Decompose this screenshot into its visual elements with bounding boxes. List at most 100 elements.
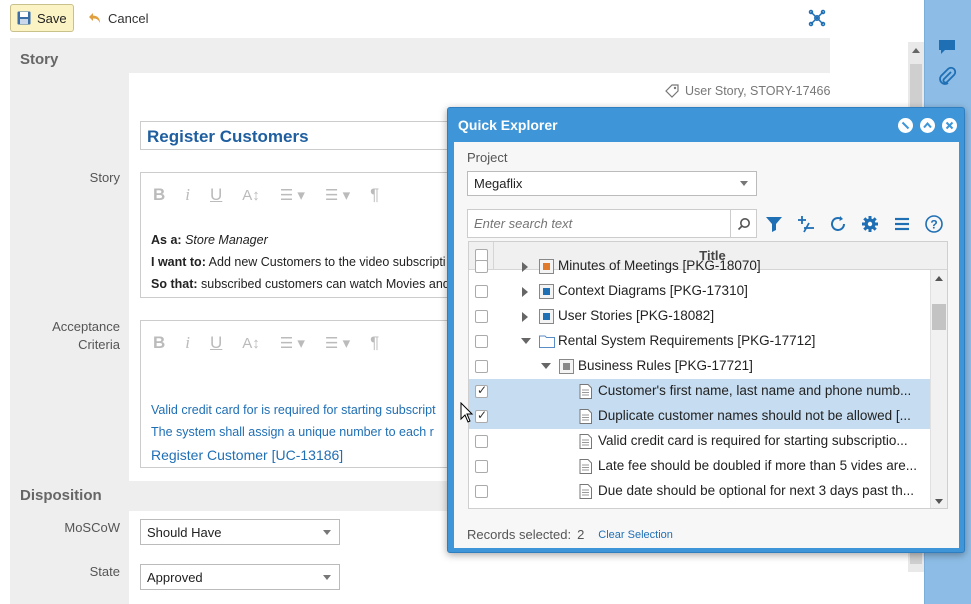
paragraph-icon[interactable]: ¶: [370, 333, 379, 353]
search-input[interactable]: [468, 210, 730, 237]
minimize-icon[interactable]: [898, 118, 913, 133]
expand-arrow-icon[interactable]: [521, 312, 529, 322]
row-checkbox[interactable]: [475, 435, 488, 448]
row-title: Rental System Requirements [PKG-17712]: [558, 333, 816, 348]
records-selected-label: Records selected:: [467, 527, 572, 542]
row-checkbox[interactable]: [475, 383, 488, 398]
row-checkbox[interactable]: [475, 360, 488, 373]
tree-row[interactable]: Customer's first name, last name and pho…: [469, 379, 931, 404]
collapse-arrow-icon[interactable]: [521, 337, 531, 345]
project-select[interactable]: Megaflix: [467, 171, 757, 196]
scroll-down-icon[interactable]: [935, 499, 943, 504]
row-checkbox[interactable]: [475, 260, 488, 273]
story-line-so-that: So that: subscribed customers can watch …: [151, 277, 449, 291]
cancel-label: Cancel: [108, 10, 149, 26]
row-checkbox[interactable]: [475, 408, 488, 423]
section-title-story: Story: [20, 51, 59, 68]
title-input[interactable]: Register Customers: [140, 121, 470, 150]
row-checkbox[interactable]: [475, 285, 488, 298]
item-type-badge: User Story, STORY-17466: [665, 84, 830, 98]
scroll-up-icon[interactable]: [912, 48, 920, 53]
row-title: Business Rules [PKG-17721]: [578, 358, 753, 373]
document-icon: [579, 409, 592, 424]
records-selected-count: 2: [577, 527, 585, 542]
save-button[interactable]: Save: [10, 4, 74, 32]
row-title: Context Diagrams [PKG-17310]: [558, 283, 748, 298]
bullet-list-icon[interactable]: ☰ ▾: [325, 334, 350, 352]
bold-icon[interactable]: B: [153, 185, 165, 205]
close-icon[interactable]: [942, 118, 957, 133]
story-editor-toolbar: B i U A↕ ☰ ▾ ☰ ▾ ¶: [153, 185, 379, 205]
scroll-up-icon[interactable]: [935, 276, 943, 281]
filter-icon[interactable]: [764, 214, 784, 234]
grid-scrollbar[interactable]: [930, 270, 947, 508]
underline-icon[interactable]: U: [210, 333, 222, 353]
tree-row[interactable]: User Stories [PKG-18082]: [469, 304, 931, 329]
comment-icon[interactable]: [937, 38, 957, 56]
svg-text:?: ?: [930, 218, 937, 232]
bold-icon[interactable]: B: [153, 333, 165, 353]
search-icon[interactable]: [730, 210, 756, 237]
tree-row[interactable]: Late fee should be doubled if more than …: [469, 454, 931, 479]
row-checkbox[interactable]: [475, 310, 488, 323]
italic-icon[interactable]: i: [185, 333, 190, 353]
row-title: Minutes of Meetings [PKG-18070]: [558, 258, 761, 273]
moscow-select[interactable]: Should Have: [140, 519, 340, 545]
expand-arrow-icon[interactable]: [521, 262, 529, 272]
document-icon: [579, 434, 592, 449]
chevron-down-icon: [323, 575, 331, 580]
paperclip-icon[interactable]: [937, 66, 957, 86]
numbered-list-icon[interactable]: ☰ ▾: [280, 186, 305, 204]
state-select[interactable]: Approved: [140, 564, 340, 590]
story-label: Story: [89, 170, 120, 185]
story-editor[interactable]: B i U A↕ ☰ ▾ ☰ ▾ ¶ As a: Store Manager I…: [140, 172, 450, 298]
help-icon[interactable]: ?: [924, 214, 944, 234]
tree-row[interactable]: Context Diagrams [PKG-17310]: [469, 279, 931, 304]
collapse-icon[interactable]: [920, 118, 935, 133]
story-text: As a: Store Manager I want to: Add new C…: [151, 229, 449, 295]
row-title: Duplicate customer names should not be a…: [598, 408, 911, 423]
collapse-arrow-icon[interactable]: [541, 362, 551, 370]
paragraph-icon[interactable]: ¶: [370, 185, 379, 205]
explorer-grid: Title Minutes of Meetings [PKG-18070] Con…: [468, 241, 948, 509]
document-icon: [579, 459, 592, 474]
numbered-list-icon[interactable]: ☰ ▾: [280, 334, 305, 352]
moscow-value: Should Have: [147, 524, 222, 540]
project-label: Project: [467, 150, 508, 165]
italic-icon[interactable]: i: [185, 185, 190, 205]
menu-icon[interactable]: [892, 214, 912, 234]
row-checkbox[interactable]: [475, 460, 488, 473]
chevron-down-icon: [323, 530, 331, 535]
tree-row[interactable]: Business Rules [PKG-17721]: [469, 354, 931, 379]
diagram-icon: [539, 284, 554, 299]
row-checkbox[interactable]: [475, 485, 488, 498]
document-icon: [579, 384, 592, 399]
moscow-label: MoSCoW: [64, 520, 120, 535]
expand-arrow-icon[interactable]: [521, 287, 529, 297]
document-icon: [579, 484, 592, 499]
font-size-icon[interactable]: A↕: [242, 187, 260, 204]
row-checkbox[interactable]: [475, 335, 488, 348]
refresh-icon[interactable]: [828, 214, 848, 234]
tree-row[interactable]: Rental System Requirements [PKG-17712]: [469, 329, 931, 354]
tree-row[interactable]: Minutes of Meetings [PKG-18070]: [469, 254, 931, 279]
font-size-icon[interactable]: A↕: [242, 335, 260, 352]
bullet-list-icon[interactable]: ☰ ▾: [325, 186, 350, 204]
tree-row[interactable]: Valid credit card is required for starti…: [469, 429, 931, 454]
acceptance-link[interactable]: Register Customer [UC-13186]: [151, 444, 449, 466]
section-title-disposition: Disposition: [20, 487, 102, 504]
acceptance-label: Acceptance Criteria: [52, 319, 120, 352]
tree-row[interactable]: Due date should be optional for next 3 d…: [469, 479, 931, 504]
gear-icon[interactable]: [860, 214, 880, 234]
cancel-button[interactable]: Cancel: [88, 6, 148, 30]
scroll-thumb[interactable]: [932, 304, 946, 330]
floppy-disk-icon: [17, 11, 31, 25]
acceptance-editor[interactable]: B i U A↕ ☰ ▾ ☰ ▾ ¶ Valid credit card for…: [140, 320, 450, 468]
network-icon[interactable]: [808, 9, 826, 27]
story-line-as-a: As a: Store Manager: [151, 233, 268, 247]
add-remove-icon[interactable]: [796, 214, 816, 234]
tree-row[interactable]: Duplicate customer names should not be a…: [469, 404, 931, 429]
item-type-text: User Story, STORY-17466: [685, 84, 831, 98]
clear-selection-link[interactable]: Clear Selection: [598, 529, 673, 541]
underline-icon[interactable]: U: [210, 185, 222, 205]
